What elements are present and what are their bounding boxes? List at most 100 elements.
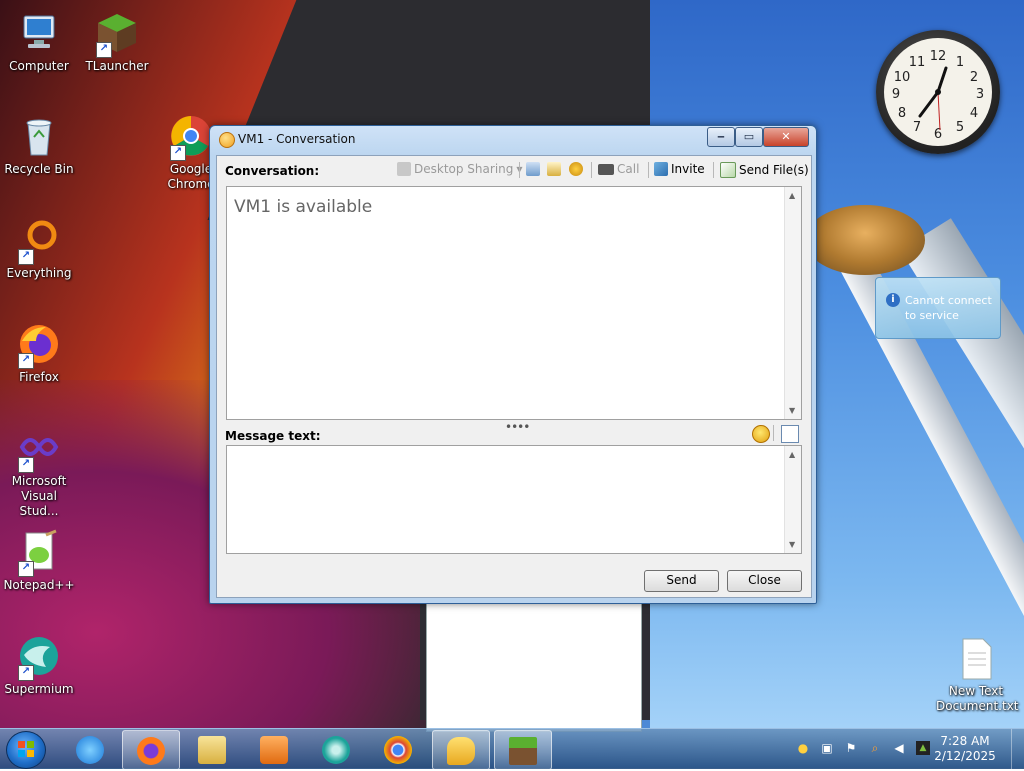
messenger-buddy-icon bbox=[219, 132, 235, 148]
desktop-icon-visual-studio[interactable]: ↗ Microsoft Visual Stud... bbox=[1, 425, 77, 519]
message-scrollbar[interactable]: ▲ ▼ bbox=[784, 446, 801, 553]
scroll-up-icon[interactable]: ▲ bbox=[789, 450, 795, 459]
supermium-icon: ↗ bbox=[16, 633, 62, 681]
desktop-icon-label: New Text Document.txt bbox=[936, 684, 1019, 713]
scroll-down-icon[interactable]: ▼ bbox=[789, 540, 795, 549]
desktop-icon-firefox[interactable]: ↗ Firefox bbox=[1, 321, 77, 385]
computer-icon bbox=[16, 10, 62, 56]
clock-second-hand bbox=[937, 91, 941, 131]
clock-date: 2/12/2025 bbox=[934, 749, 996, 763]
taskbar-supermium[interactable] bbox=[308, 730, 364, 768]
messenger-tray-icon[interactable]: ● bbox=[796, 741, 810, 755]
desktop-icon-label: Supermium bbox=[4, 682, 74, 696]
scroll-down-icon[interactable]: ▼ bbox=[789, 406, 795, 415]
toolbar-separator bbox=[713, 162, 714, 178]
taskbar-clock[interactable]: 7:28 AM 2/12/2025 bbox=[930, 734, 1000, 764]
send-button[interactable]: Send bbox=[644, 570, 719, 592]
supermium-icon bbox=[322, 736, 350, 764]
messenger-speech-icon bbox=[447, 737, 475, 765]
desktop-icon-supermium[interactable]: ↗ Supermium bbox=[1, 633, 77, 697]
clock-numeral: 3 bbox=[976, 87, 984, 102]
conversation-history[interactable]: VM1 is available ▲ ▼ bbox=[226, 186, 802, 420]
whiteboard-button[interactable] bbox=[526, 162, 540, 176]
taskbar-file-explorer[interactable] bbox=[184, 730, 240, 768]
action-center-flag-icon[interactable]: ⚑ bbox=[844, 741, 858, 755]
desktop-icon-tlauncher[interactable]: ↗ TLauncher bbox=[79, 10, 155, 74]
clock-hour-hand bbox=[918, 90, 940, 118]
clock-numeral: 4 bbox=[970, 106, 978, 121]
taskbar-internet-explorer[interactable] bbox=[62, 730, 118, 768]
splitter-grip[interactable]: •••• bbox=[505, 420, 530, 434]
toolbar-separator bbox=[519, 162, 520, 178]
notepad-plus-plus-icon: ↗ bbox=[16, 529, 62, 577]
taskbar-tlauncher[interactable] bbox=[494, 730, 552, 770]
windows-logo-icon bbox=[18, 741, 34, 757]
desktop-icon-label: Everything bbox=[6, 266, 72, 280]
emoticon-icon[interactable] bbox=[752, 425, 770, 443]
desktop-sharing-icon bbox=[397, 162, 411, 176]
recycle-bin-icon bbox=[16, 113, 62, 159]
internet-explorer-icon bbox=[76, 736, 104, 764]
maximize-icon: ▭ bbox=[743, 130, 755, 143]
taskbar-chrome[interactable] bbox=[370, 730, 426, 768]
call-label: Call bbox=[617, 162, 640, 176]
network-icon[interactable]: ▣ bbox=[820, 741, 834, 755]
window-titlebar[interactable]: VM1 - Conversation ‒ ▭ ✕ bbox=[210, 126, 816, 154]
desktop-icon-label: Notepad++ bbox=[3, 578, 75, 592]
show-desktop-button[interactable] bbox=[1011, 729, 1024, 769]
chrome-icon: ↗ bbox=[168, 113, 214, 161]
desktop-icon-label: Google Chrome bbox=[167, 162, 215, 191]
message-input[interactable]: ▲ ▼ bbox=[226, 445, 802, 554]
clock-numeral: 2 bbox=[970, 70, 978, 85]
call-button[interactable]: Call bbox=[598, 162, 639, 176]
desktop-icon-new-text-document[interactable]: New Text Document.txt bbox=[936, 635, 1019, 714]
desktop-icon-recycle-bin[interactable]: Recycle Bin bbox=[1, 113, 77, 177]
desktop-icon-label: TLauncher bbox=[85, 59, 149, 73]
text-file-icon bbox=[953, 635, 999, 681]
send-files-button[interactable]: Send File(s) bbox=[720, 162, 809, 178]
clock-numeral: 10 bbox=[894, 70, 911, 85]
invite-button[interactable]: Invite bbox=[654, 162, 705, 176]
clock-numeral: 1 bbox=[956, 55, 964, 70]
clock-numeral: 11 bbox=[909, 55, 926, 70]
shortcut-arrow-icon: ↗ bbox=[170, 145, 186, 161]
desktop-icon-everything[interactable]: ↗ Everything bbox=[1, 217, 77, 281]
desktop-sharing-button[interactable]: Desktop Sharing ▼ bbox=[397, 162, 523, 176]
desktop-icon-label: Recycle Bin bbox=[4, 162, 74, 176]
games-button[interactable] bbox=[569, 162, 583, 176]
format-text-icon[interactable] bbox=[781, 425, 799, 443]
clock-gadget[interactable]: 12 1 2 3 4 5 6 7 8 9 10 11 bbox=[876, 30, 1000, 154]
close-window-button[interactable]: ✕ bbox=[763, 127, 809, 147]
clock-numeral: 7 bbox=[913, 120, 921, 135]
taskbar-media-player[interactable] bbox=[246, 730, 302, 768]
space-needle-top bbox=[805, 205, 925, 275]
conversation-window[interactable]: VM1 - Conversation ‒ ▭ ✕ Conversation: D… bbox=[209, 125, 817, 604]
close-button[interactable]: Close bbox=[727, 570, 802, 592]
message-text-label: Message text: bbox=[225, 429, 321, 443]
balloon-text: Cannot connect to service bbox=[905, 294, 992, 322]
desktop-icon-computer[interactable]: Computer bbox=[1, 10, 77, 74]
taskbar-firefox[interactable] bbox=[122, 730, 180, 770]
invite-label: Invite bbox=[671, 162, 705, 176]
firefox-icon: ↗ bbox=[16, 321, 62, 369]
nvidia-icon[interactable]: ▲ bbox=[916, 741, 930, 755]
shortcut-arrow-icon: ↗ bbox=[18, 665, 34, 681]
desktop-icon-notepadpp[interactable]: ↗ Notepad++ bbox=[1, 529, 77, 593]
info-icon: i bbox=[886, 293, 900, 307]
camera-icon bbox=[598, 163, 614, 175]
start-button[interactable] bbox=[6, 731, 46, 769]
toolbar-separator bbox=[591, 162, 592, 178]
everything-search-icon: ↗ bbox=[16, 217, 62, 265]
search-icon[interactable]: ⌕ bbox=[868, 741, 882, 755]
maximize-button[interactable]: ▭ bbox=[735, 127, 763, 147]
conversation-toolbar: Conversation: Desktop Sharing ▼ Call Inv… bbox=[217, 156, 811, 184]
scroll-up-icon[interactable]: ▲ bbox=[789, 191, 795, 200]
conversation-scrollbar[interactable]: ▲ ▼ bbox=[784, 187, 801, 419]
notification-balloon[interactable]: i Cannot connect to service bbox=[875, 277, 1001, 339]
minimize-button[interactable]: ‒ bbox=[707, 127, 735, 147]
taskbar-messenger[interactable] bbox=[432, 730, 490, 770]
volume-icon[interactable]: ◀ bbox=[892, 741, 906, 755]
minimize-icon: ‒ bbox=[717, 130, 725, 143]
file-transfer-button[interactable] bbox=[547, 162, 561, 176]
folder-icon bbox=[198, 736, 226, 764]
